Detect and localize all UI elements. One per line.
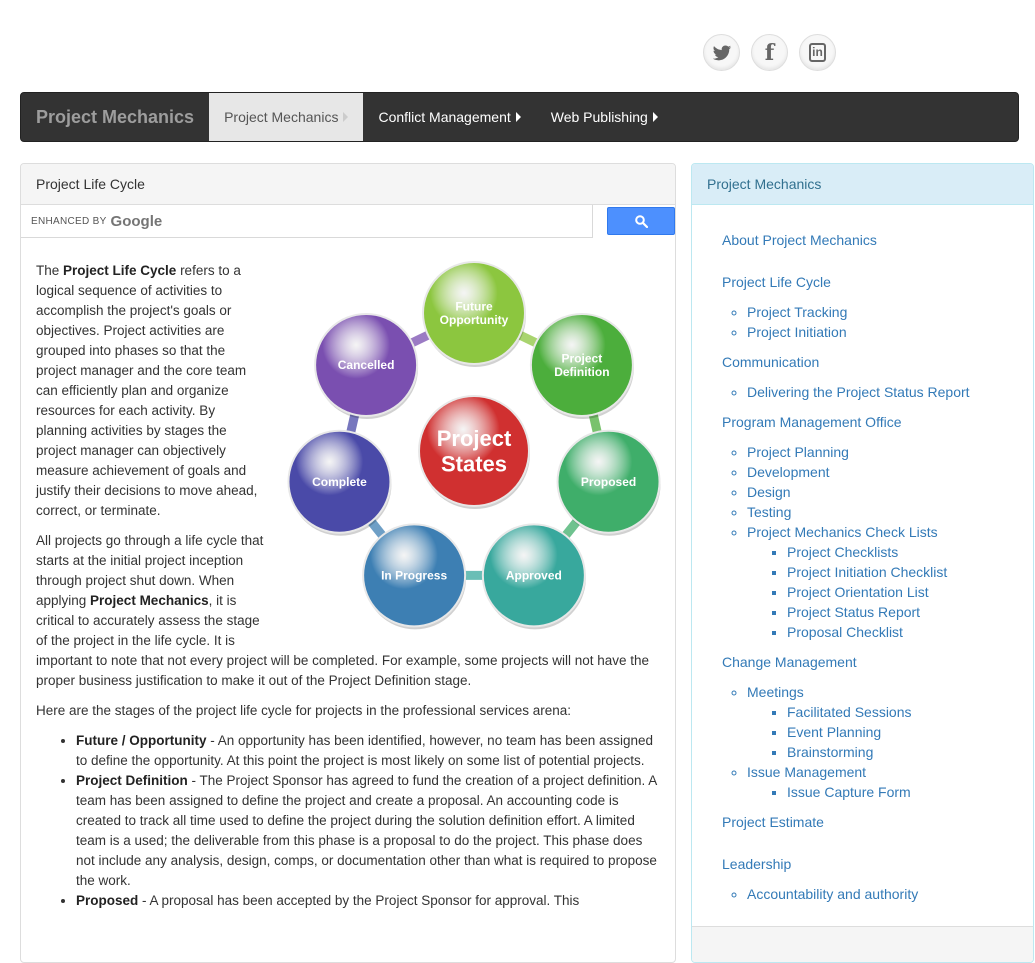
page-title: Project Life Cycle [21, 164, 675, 205]
google-search: ENHANCED BY Google [21, 205, 675, 239]
main-panel: Project Life Cycle ENHANCED BY Google Fu… [20, 163, 676, 963]
sidebar-item-meetings[interactable]: Meetings Facilitated Sessions Event Plan… [747, 682, 1018, 762]
sidebar-footer [692, 926, 1033, 962]
sidebar-item-testing[interactable]: Testing [747, 502, 1018, 522]
state-node-complete: Complete [287, 429, 392, 536]
stages-intro: Here are the stages of the project life … [36, 703, 572, 718]
state-node-proposed: Proposed [556, 429, 661, 536]
navbar-brand[interactable]: Project Mechanics [21, 93, 209, 141]
search-icon [634, 214, 648, 228]
sidebar-item-issue-management[interactable]: Issue Management Issue Capture Form [747, 762, 1018, 802]
sidebar-item-communication[interactable]: Communication [722, 352, 1018, 372]
nav-item-label: Project Mechanics [224, 109, 339, 125]
article-content: Future Opportunity Project Definition Propos… [21, 239, 675, 911]
caret-right-icon [343, 112, 349, 122]
sidebar-item-life-cycle[interactable]: Project Life Cycle [722, 272, 1018, 292]
state-node-in-progress: In Progress [362, 523, 467, 630]
sidebar-menu: About Project Mechanics Project Life Cyc… [692, 205, 1033, 904]
nav-item-label: Web Publishing [550, 109, 648, 125]
sidebar-item-issue-capture-form[interactable]: Issue Capture Form [787, 782, 1018, 802]
sidebar-item-project-checklists[interactable]: Project Checklists [787, 542, 1018, 562]
state-node-future-opportunity: FutureOpportunity [422, 261, 526, 367]
facebook-icon[interactable]: f [751, 34, 788, 71]
diagram-label: Approved [506, 569, 562, 583]
search-input[interactable]: ENHANCED BY Google [21, 205, 593, 238]
diagram-label: Complete [312, 475, 367, 489]
stages-list: Future / Opportunity - An opportunity ha… [36, 731, 660, 911]
facebook-glyph: f [764, 39, 775, 66]
top-navbar: Project Mechanics Project Mechanics Conf… [20, 92, 1019, 142]
diagram-label: Future [455, 299, 493, 313]
nav-item-conflict-management[interactable]: Conflict Management [363, 93, 535, 141]
diagram-label: In Progress [381, 569, 447, 583]
linkedin-icon[interactable]: in [799, 34, 836, 71]
sidebar-item-about[interactable]: About Project Mechanics [722, 230, 1018, 250]
sidebar-item-project-planning[interactable]: Project Planning [747, 442, 1018, 462]
list-item: Project Definition - The Project Sponsor… [76, 771, 660, 891]
state-node-approved: Approved [481, 523, 586, 630]
diagram-label: Cancelled [338, 358, 395, 372]
sidebar-item-check-lists[interactable]: Project Mechanics Check Lists Project Ch… [747, 522, 1018, 642]
sidebar-item-leadership[interactable]: Leadership [722, 854, 1018, 874]
sidebar-item-facilitated-sessions[interactable]: Facilitated Sessions [787, 702, 1018, 722]
nav-item-label: Conflict Management [378, 109, 511, 125]
state-center: ProjectStates [418, 395, 530, 509]
caret-right-icon [515, 112, 521, 122]
sidebar-item-project-estimate[interactable]: Project Estimate [722, 812, 1018, 832]
sidebar-item-project-tracking[interactable]: Project Tracking [747, 302, 1018, 322]
diagram-label: Opportunity [440, 313, 509, 327]
google-logo: Google [110, 212, 163, 230]
sidebar-item-project-initiation[interactable]: Project Initiation [747, 322, 1018, 342]
state-node-project-definition: ProjectDefinition [529, 312, 634, 419]
twitter-icon[interactable] [703, 34, 740, 71]
sidebar-item-status-report[interactable]: Delivering the Project Status Report [747, 382, 1018, 402]
search-button[interactable] [607, 207, 675, 235]
sidebar-item-status-report-checklist[interactable]: Project Status Report [787, 602, 1018, 622]
sidebar-title: Project Mechanics [692, 164, 1033, 205]
diagram-label: Definition [554, 365, 609, 379]
sidebar-item-event-planning[interactable]: Event Planning [787, 722, 1018, 742]
linkedin-glyph: in [809, 43, 826, 62]
enhanced-by-label: ENHANCED BY [31, 215, 107, 227]
sidebar-item-pmo[interactable]: Program Management Office [722, 412, 1018, 432]
sidebar-item-orientation-list[interactable]: Project Orientation List [787, 582, 1018, 602]
nav-item-web-publishing[interactable]: Web Publishing [536, 93, 673, 141]
sidebar-item-change-management[interactable]: Change Management [722, 652, 1018, 672]
nav-item-project-mechanics[interactable]: Project Mechanics [209, 93, 364, 141]
sidebar-item-design[interactable]: Design [747, 482, 1018, 502]
sidebar-item-accountability[interactable]: Accountability and authority [747, 884, 1018, 904]
diagram-label: Project [562, 351, 603, 365]
project-states-diagram: FutureOpportunityProjectDefinitionPropos… [287, 261, 661, 630]
sidebar-item-initiation-checklist[interactable]: Project Initiation Checklist [787, 562, 1018, 582]
sidebar-item-proposal-checklist[interactable]: Proposal Checklist [787, 622, 1018, 642]
list-item: Proposed - A proposal has been accepted … [76, 891, 660, 911]
state-node-cancelled: Cancelled [314, 312, 419, 419]
sidebar-panel: Project Mechanics About Project Mechanic… [691, 163, 1034, 963]
sidebar-item-brainstorming[interactable]: Brainstorming [787, 742, 1018, 762]
list-item: Future / Opportunity - An opportunity ha… [76, 731, 660, 771]
caret-right-icon [652, 112, 658, 122]
diagram-label: Proposed [581, 475, 636, 489]
diagram-label: Project [437, 426, 512, 451]
diagram-label: States [441, 451, 507, 476]
sidebar-item-development[interactable]: Development [747, 462, 1018, 482]
social-links: f in [703, 34, 836, 71]
